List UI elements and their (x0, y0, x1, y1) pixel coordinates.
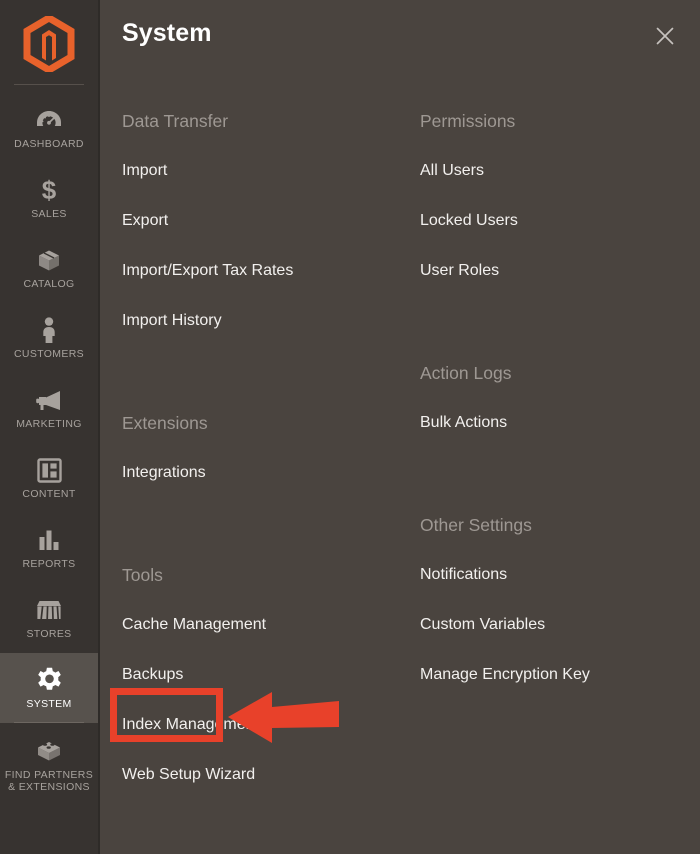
blocks-icon (35, 737, 63, 765)
sidebar-item-customers[interactable]: CUSTOMERS (0, 303, 98, 373)
menu-item-user-roles[interactable]: User Roles (420, 246, 499, 296)
megaphone-icon (35, 386, 63, 414)
menu-item-import[interactable]: Import (122, 146, 167, 196)
storefront-icon (35, 596, 63, 624)
box-icon (35, 246, 63, 274)
sidebar-item-label: DASHBOARD (14, 138, 84, 150)
sidebar-item-reports[interactable]: REPORTS (0, 513, 98, 583)
column-spacer (420, 296, 680, 348)
panel-header: System (100, 0, 700, 96)
person-icon (35, 316, 63, 344)
gear-icon (35, 666, 63, 694)
sidebar-item-label: CATALOG (23, 278, 74, 290)
menu-item-backups[interactable]: Backups (122, 650, 183, 700)
menu-column-right: Permissions All Users Locked Users User … (405, 96, 680, 854)
group-title-action-logs: Action Logs (420, 348, 680, 398)
sidebar-item-catalog[interactable]: CATALOG (0, 233, 98, 303)
menu-item-custom-variables[interactable]: Custom Variables (420, 600, 545, 650)
sidebar-item-label: FIND PARTNERS & EXTENSIONS (5, 769, 93, 793)
group-title-data-transfer: Data Transfer (122, 96, 405, 146)
sidebar-item-label: SALES (31, 208, 67, 220)
menu-item-locked-users[interactable]: Locked Users (420, 196, 518, 246)
sidebar-item-dashboard[interactable]: DASHBOARD (0, 93, 98, 163)
menu-item-import-history[interactable]: Import History (122, 296, 222, 346)
menu-item-import-export-tax-rates[interactable]: Import/Export Tax Rates (122, 246, 293, 296)
menu-item-index-management[interactable]: Index Management (122, 700, 259, 750)
sidebar-item-label: SYSTEM (26, 698, 71, 710)
sidebar-item-stores[interactable]: STORES (0, 583, 98, 653)
group-title-other-settings: Other Settings (420, 500, 680, 550)
menu-item-web-setup-wizard[interactable]: Web Setup Wizard (122, 750, 255, 800)
sidebar-item-system[interactable]: SYSTEM (0, 653, 98, 723)
sidebar-item-label: MARKETING (16, 418, 82, 430)
magento-logo[interactable] (0, 0, 98, 84)
sidebar-item-marketing[interactable]: MARKETING (0, 373, 98, 443)
admin-sidebar: DASHBOARD $ SALES CATALOG (0, 0, 100, 854)
group-title-extensions: Extensions (122, 398, 405, 448)
menu-columns: Data Transfer Import Export Import/Expor… (100, 96, 700, 854)
sidebar-item-label: STORES (26, 628, 71, 640)
sidebar-item-label: CUSTOMERS (14, 348, 84, 360)
group-title-tools: Tools (122, 550, 405, 600)
logo-divider (14, 84, 84, 85)
magento-admin-system-menu: DASHBOARD $ SALES CATALOG (0, 0, 700, 854)
system-menu-panel: System Data Transfer Import Export Impor… (100, 0, 700, 854)
menu-column-left: Data Transfer Import Export Import/Expor… (100, 96, 405, 854)
close-icon[interactable] (650, 21, 680, 51)
menu-item-integrations[interactable]: Integrations (122, 448, 206, 498)
gauge-icon (35, 106, 63, 134)
menu-item-notifications[interactable]: Notifications (420, 550, 507, 600)
menu-item-bulk-actions[interactable]: Bulk Actions (420, 398, 507, 448)
sidebar-item-sales[interactable]: $ SALES (0, 163, 98, 233)
menu-item-cache-management[interactable]: Cache Management (122, 600, 266, 650)
svg-text:$: $ (42, 176, 57, 204)
magento-logo-icon (23, 16, 75, 72)
page-title: System (122, 19, 212, 48)
group-title-permissions: Permissions (420, 96, 680, 146)
dollar-icon: $ (35, 176, 63, 204)
column-spacer (122, 498, 405, 550)
column-spacer (420, 448, 680, 500)
sidebar-item-label: REPORTS (22, 558, 75, 570)
menu-item-manage-encryption-key[interactable]: Manage Encryption Key (420, 650, 590, 700)
menu-item-all-users[interactable]: All Users (420, 146, 484, 196)
menu-item-export[interactable]: Export (122, 196, 168, 246)
bar-chart-icon (35, 526, 63, 554)
layout-icon (35, 456, 63, 484)
sidebar-item-label: CONTENT (22, 488, 75, 500)
column-spacer (122, 346, 405, 398)
sidebar-item-content[interactable]: CONTENT (0, 443, 98, 513)
sidebar-item-find-partners-extensions[interactable]: FIND PARTNERS & EXTENSIONS (0, 723, 98, 807)
